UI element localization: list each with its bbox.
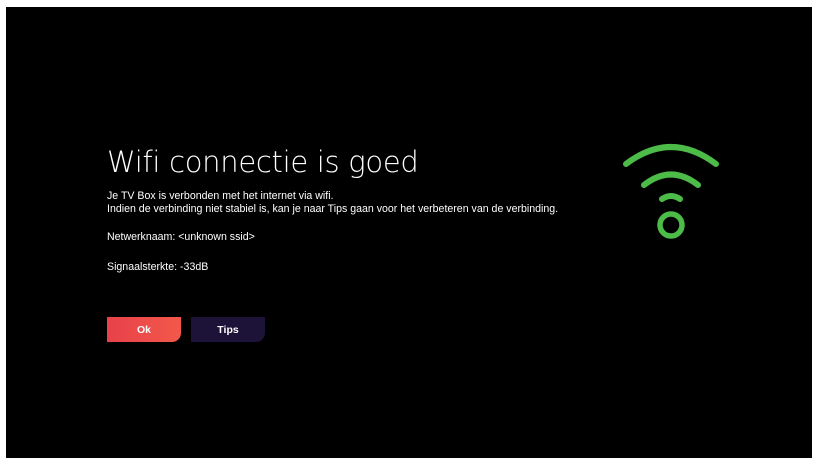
wifi-icon [623, 144, 719, 239]
wifi-arc-inner [659, 193, 683, 202]
network-name: Netwerknaam: <unknown ssid> [107, 231, 255, 243]
wifi-status-panel: Wifi connectie is goed Je TV Box is verb… [107, 145, 577, 273]
ok-button[interactable]: Ok [107, 317, 181, 342]
page-title: Wifi connectie is goed [107, 145, 419, 179]
tips-button[interactable]: Tips [191, 317, 265, 342]
button-row: Ok Tips [107, 317, 265, 342]
wifi-arc-outer [623, 144, 719, 167]
wifi-arc-middle [641, 171, 701, 188]
wifi-dot [657, 211, 685, 239]
signal-strength: Signaalsterkte: -33dB [107, 260, 209, 273]
status-description: Je TV Box is verbonden met het internet … [107, 190, 577, 215]
description-line: Indien de verbinding niet stabiel is, ka… [107, 202, 559, 215]
description-line: Je TV Box is verbonden met het internet … [107, 190, 334, 202]
tv-screen: Wifi connectie is goed Je TV Box is verb… [6, 7, 812, 458]
